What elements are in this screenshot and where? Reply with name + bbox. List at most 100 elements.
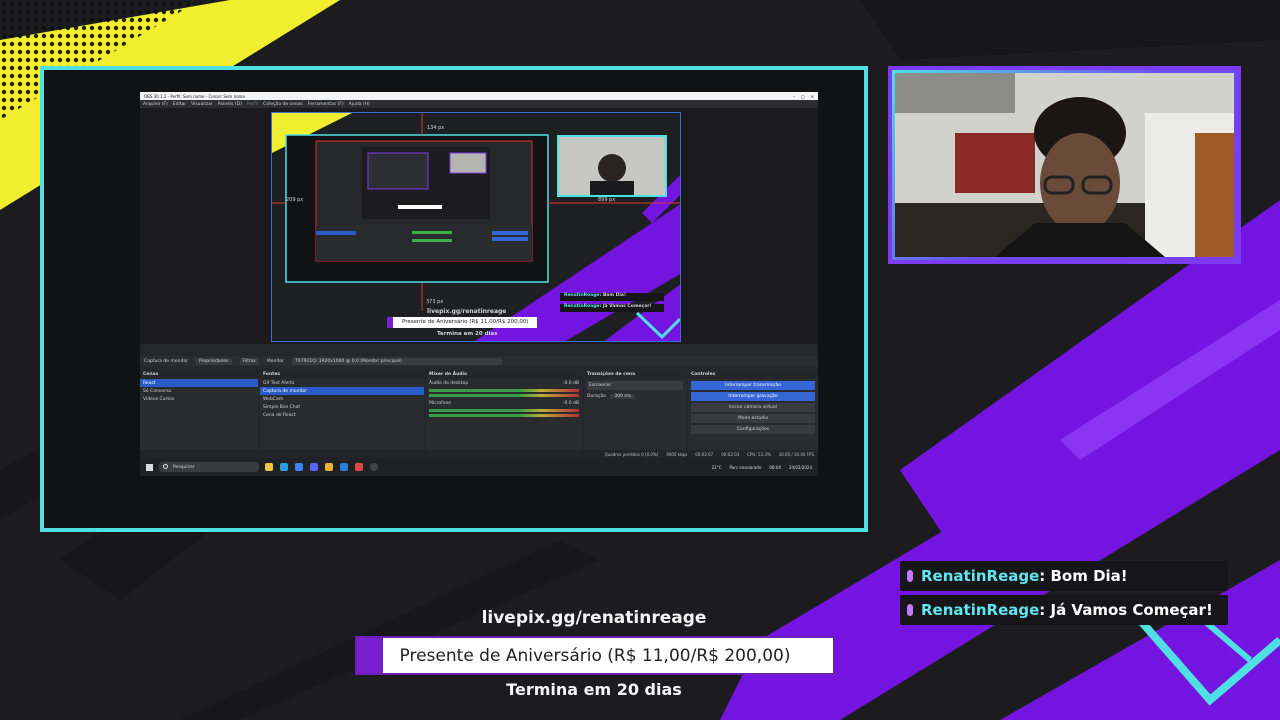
minimize-icon[interactable]: – <box>793 94 795 99</box>
menu-ferramentas[interactable]: Ferramentas (F) <box>308 102 344 107</box>
scenes-dock: Cenas React Só Conversa Vídeos Curtos <box>140 370 258 450</box>
status-dropped-frames: Quadros perdidos 0 (0.0%) <box>604 451 659 457</box>
file-explorer-icon[interactable] <box>265 463 273 471</box>
chat-username: RenatinReage <box>921 567 1040 585</box>
mixer-title: Mixer de Áudio <box>426 370 582 379</box>
source-item[interactable]: Captura de monitor <box>260 387 424 395</box>
transition-select[interactable]: Esmaecer <box>587 381 683 390</box>
taskbar-search[interactable]: Pesquisar <box>159 462 259 472</box>
obs-title: OBS 30.1.2 - Perfil: Sem nome - Cenas: S… <box>144 93 245 99</box>
windows-taskbar: Pesquisar 22°C Parc ensolarado 08:04 24/… <box>140 458 818 476</box>
status-record-time: 00:02:03 <box>721 451 740 457</box>
donation-goal-bar: Presente de Aniversário (R$ 11,00/R$ 200… <box>355 636 835 675</box>
obs-source-toolbar: Captura de monitor Propriedades Filtros … <box>140 356 818 366</box>
duration-row: Duração 300 ms <box>584 392 686 400</box>
preview-chat-2: RenatinReage: Já Vamos Começar! <box>564 304 652 309</box>
clock-time: 08:04 <box>769 464 781 470</box>
screen-capture-frame: OBS 30.1.2 - Perfil: Sem nome - Cenas: S… <box>40 66 868 532</box>
scenes-title: Cenas <box>140 370 258 379</box>
controls-title: Controles <box>688 370 818 379</box>
donation-ends-in: Termina em 20 dias <box>506 680 682 699</box>
properties-button[interactable]: Propriedades <box>196 357 232 365</box>
desktop-audio-meter <box>429 389 579 392</box>
obs-menubar: Arquivo (F) Editar Visualizar Painéis (D… <box>140 100 818 108</box>
weather-desc: Parc ensolarado <box>729 464 762 470</box>
search-icon <box>163 464 168 469</box>
webcam-image <box>895 73 1234 257</box>
active-source-label: Captura de monitor <box>144 358 189 364</box>
sources-dock: Fontes Gif Text Alerts Captura de monito… <box>260 370 424 450</box>
preview-goal-text: Presente de Aniversário (R$ 11,00/R$ 200… <box>402 319 529 325</box>
monitor-select[interactable]: TX7911Q: 1920x1080 @ 0,0 (Monitor princi… <box>292 357 503 365</box>
status-cpu: CPU: 53.3% <box>747 451 771 457</box>
chat-text: : Já Vamos Começar! <box>1039 601 1213 619</box>
webcam-feed <box>895 73 1234 257</box>
guide-label-left: 209 px <box>286 197 304 203</box>
windows-start-icon[interactable] <box>146 463 153 471</box>
store-icon[interactable] <box>295 463 303 471</box>
source-item[interactable]: Cena de React <box>260 411 424 419</box>
menu-editar[interactable]: Editar <box>173 102 186 107</box>
photos-icon[interactable] <box>355 463 363 471</box>
transitions-dock: Transições de cena Esmaecer Duração 300 … <box>584 370 686 450</box>
taskbar-apps <box>265 463 378 471</box>
discord-icon[interactable] <box>310 463 318 471</box>
virtual-camera-button[interactable]: Iniciar câmera virtual <box>691 403 815 412</box>
source-item[interactable]: Simple Box Chat <box>260 403 424 411</box>
chat-message: RenatinReage : Bom Dia! <box>900 561 1228 591</box>
status-stream-time: 00:02:07 <box>695 451 714 457</box>
close-icon[interactable]: ✕ <box>811 94 814 99</box>
status-fps: 30.00 / 30.00 FPS <box>778 451 814 457</box>
scene-item[interactable]: Só Conversa <box>140 387 258 395</box>
chrome-icon[interactable] <box>325 463 333 471</box>
mail-icon[interactable] <box>340 463 348 471</box>
menu-ajuda[interactable]: Ajuda (H) <box>349 102 370 107</box>
guide-label-bottom: 373 px <box>426 299 444 305</box>
preview-chat-1: RenatinReage: Bom Dia! <box>564 293 626 298</box>
preview-canvas[interactable]: 134 px 209 px 899 px 373 px livepix.gg/r… <box>271 112 681 342</box>
guide-label-right: 899 px <box>598 197 616 203</box>
studio-mode-button[interactable]: Modo estúdio <box>691 414 815 423</box>
livepix-link: livepix.gg/renatinreage <box>481 608 707 628</box>
stop-recording-button[interactable]: Interromper gravação <box>691 392 815 401</box>
obs-app-icon[interactable] <box>370 463 378 471</box>
monitor-label: Monitor <box>266 358 285 364</box>
donation-goal-text: Presente de Aniversário (R$ 11,00/R$ 200… <box>399 645 791 666</box>
preview-pix-link: livepix.gg/renatinreage <box>427 308 507 315</box>
clock-date: 24/03/2024 <box>788 464 812 470</box>
stop-stream-button[interactable]: Interromper transmissão <box>691 381 815 390</box>
desktop-audio-meter <box>429 394 579 397</box>
duration-input[interactable]: 300 ms <box>610 393 636 399</box>
transitions-title: Transições de cena <box>584 370 686 379</box>
filters-button[interactable]: Filtros <box>239 357 259 365</box>
microphone-meter <box>429 409 579 412</box>
system-tray: 22°C Parc ensolarado 08:04 24/03/2024 <box>712 465 818 470</box>
weather-temp: 22°C <box>711 464 722 470</box>
scene-item[interactable]: Vídeos Curtos <box>140 395 258 403</box>
duration-label: Duração <box>587 393 606 399</box>
chat-text: : Bom Dia! <box>1039 567 1128 585</box>
search-placeholder: Pesquisar <box>173 464 195 470</box>
menu-colecao[interactable]: Coleção de cenas <box>263 102 303 107</box>
source-item[interactable]: WebCam <box>260 395 424 403</box>
guide-label-top: 134 px <box>427 125 445 131</box>
menu-visualizar[interactable]: Visualizar <box>191 102 213 107</box>
obs-titlebar: OBS 30.1.2 - Perfil: Sem nome - Cenas: S… <box>140 92 818 100</box>
obs-window: OBS 30.1.2 - Perfil: Sem nome - Cenas: S… <box>140 92 818 476</box>
obs-statusbar: Quadros perdidos 0 (0.0%) 9000 kbps 00:0… <box>140 450 818 458</box>
edge-icon[interactable] <box>280 463 288 471</box>
obs-preview[interactable]: 134 px 209 px 899 px 373 px livepix.gg/r… <box>140 108 818 344</box>
menu-arquivo[interactable]: Arquivo (F) <box>143 102 168 107</box>
menu-paineis[interactable]: Painéis (D) <box>218 102 242 107</box>
microphone-icon <box>907 570 913 582</box>
microphone-icon <box>907 604 913 616</box>
webcam-frame <box>888 66 1241 264</box>
chat-username: RenatinReage <box>921 601 1040 619</box>
source-item[interactable]: Gif Text Alerts <box>260 379 424 387</box>
maximize-icon[interactable]: ▢ <box>801 94 805 99</box>
microphone-meter <box>429 414 579 417</box>
scene-item[interactable]: React <box>140 379 258 387</box>
status-bitrate: 9000 kbps <box>666 451 688 457</box>
settings-button[interactable]: Configurações <box>691 425 815 434</box>
menu-perfil[interactable]: Perfil <box>247 102 258 107</box>
